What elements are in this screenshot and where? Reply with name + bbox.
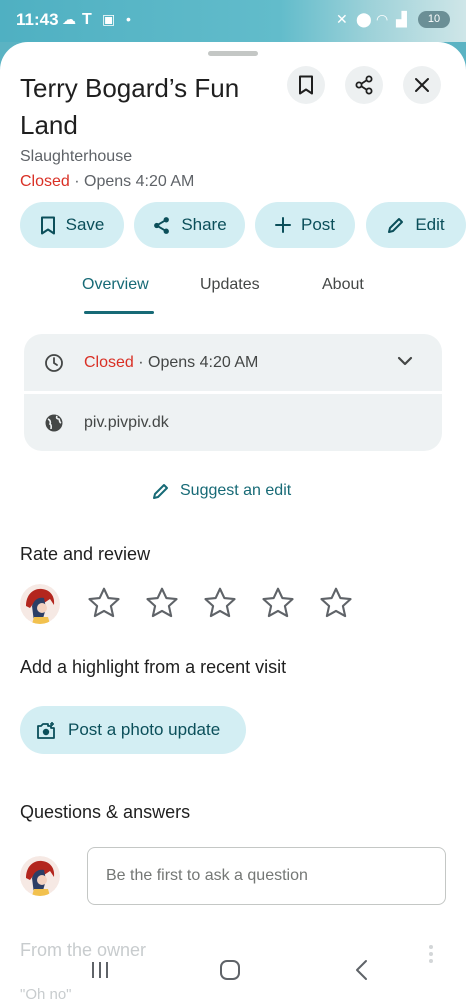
- place-category: Slaughterhouse: [20, 148, 133, 165]
- carrier-icon: T: [82, 11, 92, 28]
- save-button[interactable]: Save: [20, 202, 124, 248]
- info-card: Closed · Opens 4:20 AM piv.pivpiv.dk: [24, 334, 442, 451]
- ask-question-input[interactable]: Be the first to ask a question: [87, 847, 446, 905]
- chevron-down-icon[interactable]: [396, 352, 414, 370]
- star-5-icon[interactable]: [318, 585, 354, 621]
- add-photo-icon: [37, 722, 55, 739]
- location-icon: ⬤: [356, 11, 372, 27]
- bookmark-icon: [40, 216, 55, 234]
- suggest-edit-button[interactable]: Suggest an edit: [152, 482, 291, 500]
- star-2-icon[interactable]: [144, 585, 180, 621]
- close-button[interactable]: [403, 66, 441, 104]
- closed-status: Closed: [20, 173, 70, 190]
- save-label: Save: [65, 215, 105, 234]
- dot-icon: •: [126, 11, 131, 27]
- tab-bar: Overview Updates About: [0, 272, 466, 316]
- close-icon: [415, 78, 429, 92]
- highlight-heading: Add a highlight from a recent visit: [20, 657, 287, 677]
- post-button[interactable]: Post: [255, 202, 355, 248]
- post-photo-update-button[interactable]: Post a photo update: [20, 706, 246, 754]
- opens-time: · Opens 4:20 AM: [69, 173, 195, 190]
- qa-heading: Questions & answers: [20, 802, 191, 822]
- place-hours: Closed · Opens 4:20 AM: [20, 173, 194, 191]
- mute-icon: ✕: [336, 11, 348, 27]
- tab-updates[interactable]: Updates: [200, 276, 260, 294]
- star-4-icon[interactable]: [260, 585, 296, 621]
- star-rating: [86, 585, 354, 621]
- wifi-icon: ◠: [376, 11, 389, 27]
- place-sheet: Terry Bogard’s Fun Land Slaughterhouse C…: [0, 42, 466, 1000]
- signal-icon: ▟: [396, 11, 407, 27]
- avatar: [20, 856, 60, 896]
- status-time: 11:43: [16, 10, 59, 29]
- tab-indicator: [84, 311, 154, 314]
- share-label: Share: [181, 215, 227, 234]
- system-nav-bar: [0, 950, 466, 1000]
- hours-closed: Closed: [84, 353, 134, 371]
- plus-icon: [274, 217, 291, 233]
- rate-review-heading: Rate and review: [20, 544, 151, 564]
- drag-handle[interactable]: [208, 51, 258, 56]
- star-1-icon[interactable]: [86, 585, 122, 621]
- pencil-icon: [388, 218, 404, 233]
- tab-about[interactable]: About: [322, 276, 364, 294]
- tab-overview[interactable]: Overview: [82, 276, 149, 294]
- place-title: Terry Bogard’s Fun Land: [20, 73, 240, 140]
- status-bar: 11:43 ☁ T ▣ • ✕ ⬤ ◠ ▟ 10: [0, 0, 466, 42]
- avatar: [20, 584, 60, 624]
- share-icon: [355, 75, 373, 95]
- hours-opens: · Opens 4:20 AM: [133, 353, 259, 371]
- bookmark-icon: [299, 75, 313, 95]
- share-button[interactable]: [345, 66, 383, 104]
- bookmark-button[interactable]: [287, 66, 325, 104]
- share-icon: [154, 216, 170, 234]
- clock-icon: [45, 353, 63, 372]
- battery-icon: 10: [418, 11, 450, 28]
- edit-label: Edit: [415, 215, 445, 234]
- suggest-edit-label: Suggest an edit: [180, 482, 292, 499]
- recents-icon[interactable]: [88, 958, 112, 982]
- globe-icon: [45, 414, 63, 431]
- cloud-icon: ☁: [62, 11, 76, 27]
- post-photo-update-label: Post a photo update: [68, 720, 221, 739]
- edit-button[interactable]: Edit: [366, 202, 466, 248]
- home-icon[interactable]: [218, 958, 242, 982]
- hours-row[interactable]: Closed · Opens 4:20 AM: [24, 334, 442, 391]
- post-label: Post: [300, 215, 336, 234]
- back-icon[interactable]: [350, 958, 374, 982]
- website-row[interactable]: piv.pivpiv.dk: [24, 394, 442, 451]
- pencil-icon: [153, 484, 168, 499]
- share-chip-button[interactable]: Share: [134, 202, 245, 248]
- website-link[interactable]: piv.pivpiv.dk: [84, 414, 169, 432]
- star-3-icon[interactable]: [202, 585, 238, 621]
- screenshot-icon: ▣: [102, 11, 116, 27]
